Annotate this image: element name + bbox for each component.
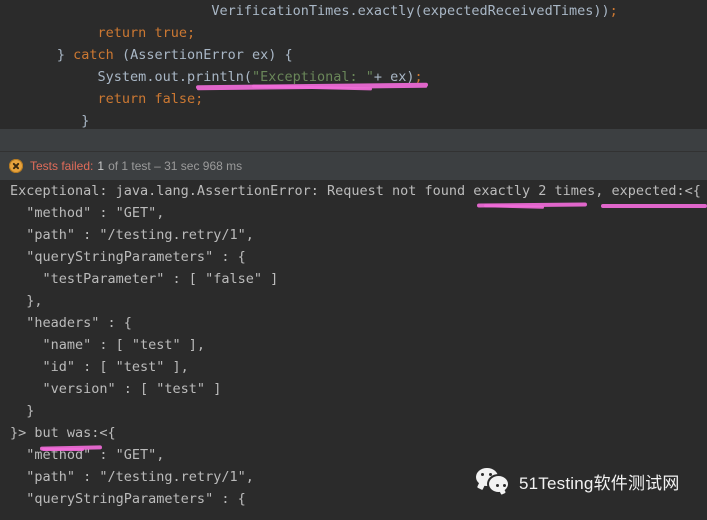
editor-line: return false; [0,88,707,110]
code-token: catch [73,47,114,63]
tests-failed-count: 1 [97,159,105,173]
code-token: ; [609,3,618,19]
console-line: "name" : [ "test" ], [10,337,206,353]
code-editor[interactable]: VerificationTimes.exactly(expectedReceiv… [0,0,707,128]
code-token: ; [186,25,196,41]
console-error-line: Exceptional: java.lang.AssertionError: R… [10,183,701,199]
code-token: return [97,91,155,107]
console-line: } [10,403,35,419]
console-line: "path" : "/testing.retry/1", [10,469,254,485]
editor-line: } [0,110,707,128]
test-console-output[interactable]: Exceptional: java.lang.AssertionError: R… [0,180,707,520]
editor-line: } catch (AssertionError ex) { [0,44,707,66]
console-line: "queryStringParameters" : { [10,491,246,507]
console-line: "headers" : { [10,315,132,331]
console-line: "testParameter" : [ "false" ] [10,271,279,287]
console-line: }> but was:<{ [10,425,116,441]
editor-console-splitter[interactable] [0,128,707,153]
test-failed-icon [9,159,23,173]
code-token: System.out.println( [97,69,252,85]
code-token: true [154,25,187,41]
editor-line: VerificationTimes.exactly(expectedReceiv… [0,0,707,22]
code-token: ; [195,91,204,107]
editor-line: return true; [0,22,707,44]
code-token: } [81,113,90,128]
highlight-expected [601,204,707,208]
code-token: false [154,91,196,107]
console-line: "queryStringParameters" : { [10,249,246,265]
code-token: (AssertionError ex) { [113,47,293,63]
highlight-but-was-stroke2 [42,448,84,451]
test-status-bar: Tests failed: 1 of 1 test – 31 sec 968 m… [0,152,707,180]
code-token: } [56,47,74,63]
console-line: "id" : [ "test" ], [10,359,189,375]
console-line: "path" : "/testing.retry/1", [10,227,254,243]
ide-window: VerificationTimes.exactly(expectedReceiv… [0,0,707,520]
tests-duration-label: of 1 test – 31 sec 968 ms [108,159,243,173]
tests-failed-label: Tests failed: [30,159,94,173]
console-line: }, [10,293,43,309]
code-token: return [97,25,155,41]
console-line: "version" : [ "test" ] [10,381,222,397]
code-token: VerificationTimes.exactly(expectedReceiv… [211,3,610,19]
console-line: "method" : "GET", [10,447,165,463]
console-line-list: Exceptional: java.lang.AssertionError: R… [10,180,707,520]
